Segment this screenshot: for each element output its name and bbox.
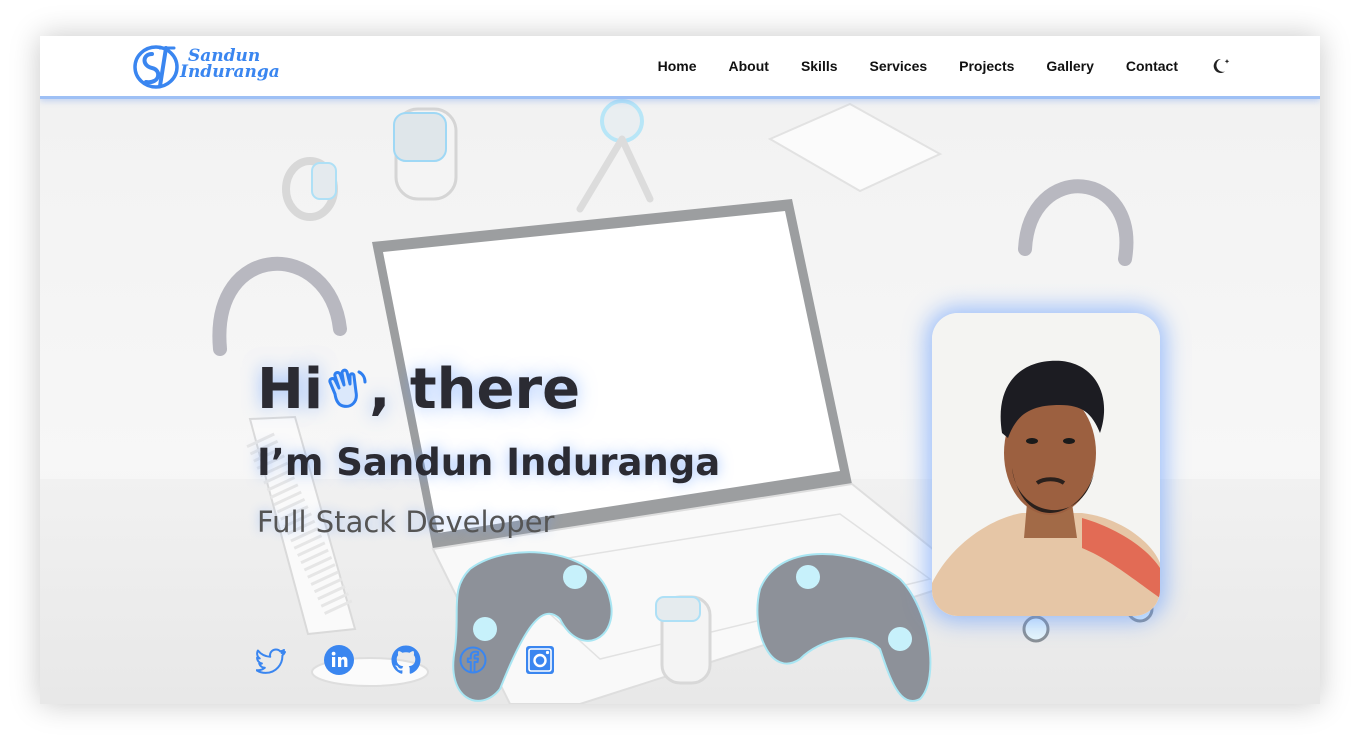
greeting-text-hi: Hi [257,357,324,422]
github-icon[interactable] [390,644,422,676]
hero-name: I’m Sandun Induranga [257,441,721,484]
moon-icon[interactable] [1212,56,1232,76]
page-frame: Sandun Induranga Home About Skills Servi… [40,36,1320,704]
social-links [256,644,591,676]
smartwatch-graphic [393,107,458,201]
twitter-icon[interactable] [256,644,288,676]
headphones-left-graphic [212,257,347,356]
nav-home[interactable]: Home [658,58,697,74]
instagram-icon[interactable] [524,644,556,676]
hero-section: Hi , there I’m Sandun Induranga Full Sta… [40,99,1320,704]
smartwatch-bottom-graphic [655,595,712,685]
nav-services[interactable]: Services [870,58,928,74]
nav-contact[interactable]: Contact [1126,58,1178,74]
profile-portrait-graphic [932,313,1160,616]
nav-projects[interactable]: Projects [959,58,1014,74]
ring-light-graphic [576,99,654,213]
greeting-text-there: , there [369,357,581,422]
logo-text-line2: Induranga [180,62,280,82]
nav-skills[interactable]: Skills [801,58,838,74]
headphones-right-graphic [1018,179,1134,266]
hero-role: Full Stack Developer [257,505,555,539]
brand-logo[interactable]: Sandun Induranga [130,40,280,94]
facebook-icon[interactable] [457,644,489,676]
linkedin-icon[interactable] [323,644,355,676]
nav-about[interactable]: About [729,58,769,74]
nav-gallery[interactable]: Gallery [1046,58,1093,74]
waving-hand-icon [328,368,367,408]
navbar: Sandun Induranga Home About Skills Servi… [40,36,1320,99]
tablet-graphic [767,102,943,193]
hero-greeting: Hi , there [257,357,580,423]
main-nav: Home About Skills Services Projects Gall… [626,36,1232,96]
profile-photo [932,313,1160,616]
smartwatch-small-graphic [282,157,338,221]
